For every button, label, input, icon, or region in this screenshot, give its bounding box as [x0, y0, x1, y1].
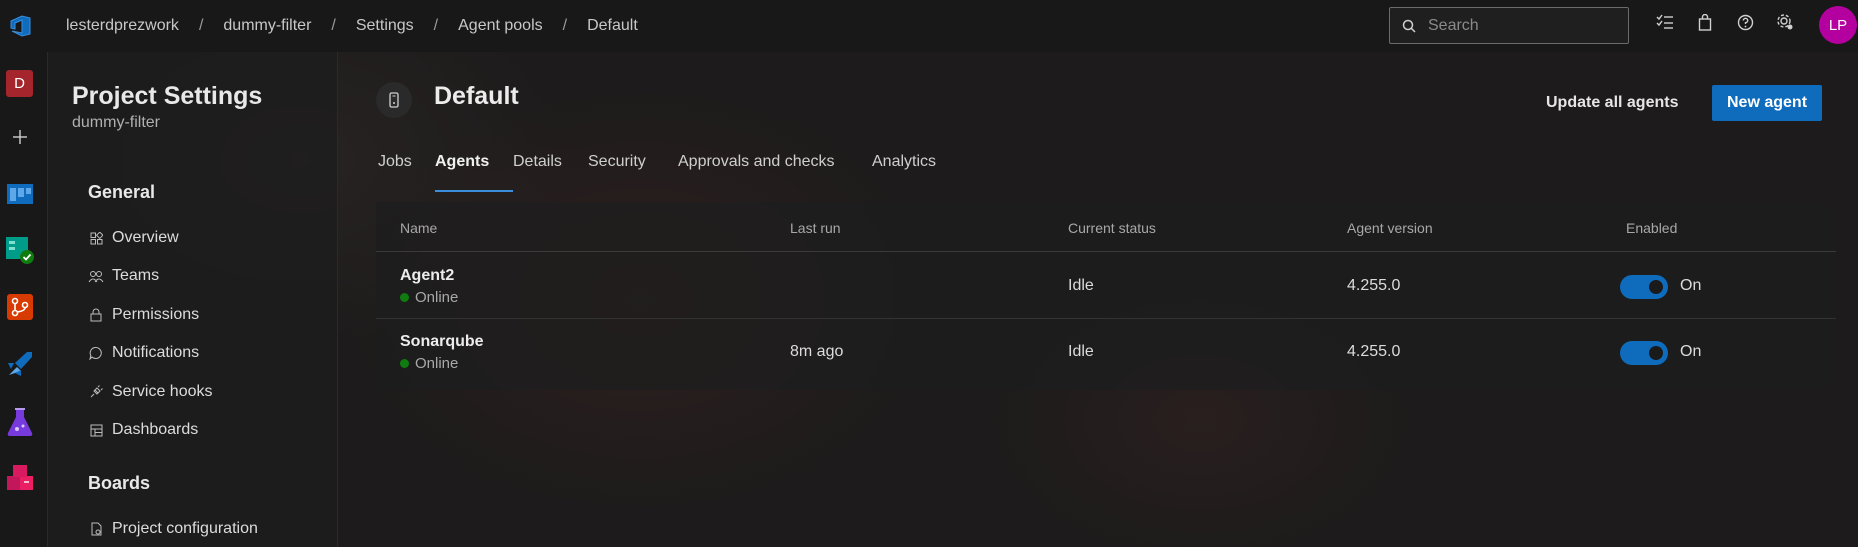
sidebar-item-notifications[interactable]: Notifications — [88, 344, 199, 362]
section-general: General — [88, 182, 156, 202]
tab-details[interactable]: Details — [513, 142, 588, 182]
sidebar-item-permissions[interactable]: Permissions — [88, 306, 199, 324]
breadcrumb-default[interactable]: Default — [583, 17, 642, 35]
teams-icon — [88, 268, 104, 284]
breadcrumb-separator: / — [562, 17, 568, 34]
agent-name[interactable]: Agent2 — [400, 267, 454, 285]
agent-version: 4.255.0 — [1347, 343, 1401, 360]
tab-security[interactable]: Security — [588, 142, 678, 182]
gear-doc-icon — [88, 521, 104, 537]
sidebar-subtitle[interactable]: dummy-filter — [72, 114, 160, 132]
artifacts-icon[interactable] — [5, 464, 35, 494]
sidebar-item-teams[interactable]: Teams — [88, 267, 159, 285]
column-header-current-status[interactable]: Current status — [1068, 220, 1156, 236]
agent-pool-icon — [376, 82, 412, 118]
toggle-knob — [1649, 346, 1663, 360]
enabled-label: On — [1680, 343, 1702, 360]
enabled-label: On — [1680, 277, 1702, 294]
toggle-knob — [1649, 280, 1663, 294]
breadcrumb-settings[interactable]: Settings — [352, 17, 418, 35]
table-row[interactable]: Agent2 Online Idle 4.255.0 On — [376, 253, 1836, 319]
avatar[interactable]: LP — [1819, 6, 1857, 44]
tab-jobs[interactable]: Jobs — [378, 142, 435, 182]
sidebar-item-service-hooks[interactable]: Service hooks — [88, 383, 213, 401]
online-dot-icon — [400, 359, 409, 368]
new-agent-button[interactable]: New agent — [1712, 85, 1823, 121]
search-placeholder: Search — [1428, 16, 1479, 34]
section-boards: Boards — [88, 473, 151, 493]
table-row[interactable]: Sonarqube Online 8m ago Idle 4.255.0 On — [376, 319, 1836, 385]
column-header-enabled[interactable]: Enabled — [1626, 220, 1677, 236]
online-dot-icon — [400, 293, 409, 302]
left-rail: D — [0, 52, 48, 547]
search-icon — [1402, 19, 1416, 33]
tab-analytics[interactable]: Analytics — [872, 142, 952, 182]
column-header-agent-version[interactable]: Agent version — [1347, 220, 1433, 236]
overview-icon — [88, 230, 104, 246]
overview-icon[interactable] — [5, 178, 35, 208]
breadcrumb-agent-pools[interactable]: Agent pools — [454, 17, 547, 35]
sidebar-item-label: Notifications — [112, 344, 200, 361]
agent-online-status: Online — [400, 355, 458, 372]
page-title: Default — [434, 82, 519, 110]
sidebar-item-overview[interactable]: Overview — [88, 229, 179, 247]
top-bar: lesterdprezwork / dummy-filter / Setting… — [0, 0, 1858, 52]
agent-state: Online — [415, 289, 459, 306]
boards-icon[interactable] — [5, 235, 35, 265]
sidebar-item-label: Project configuration — [112, 520, 258, 537]
column-header-last-run[interactable]: Last run — [790, 220, 841, 236]
tab-approvals-and-checks[interactable]: Approvals and checks — [678, 142, 872, 182]
column-header-name[interactable]: Name — [400, 220, 437, 236]
lock-icon — [88, 307, 104, 323]
chat-bubble-icon — [88, 345, 104, 361]
work-items-icon[interactable] — [1655, 12, 1675, 32]
breadcrumb: lesterdprezwork / dummy-filter / Setting… — [62, 17, 642, 35]
sidebar-item-project-configuration[interactable]: Project configuration — [88, 520, 258, 538]
breadcrumb-project[interactable]: dummy-filter — [219, 17, 315, 35]
breadcrumb-separator: / — [331, 17, 336, 34]
breadcrumb-separator: / — [433, 17, 439, 34]
update-all-agents-button[interactable]: Update all agents — [1530, 85, 1694, 121]
pipelines-icon[interactable] — [5, 349, 35, 379]
agent-online-status: Online — [400, 289, 458, 306]
breadcrumb-separator: / — [198, 17, 204, 34]
sidebar-title: Project Settings — [72, 82, 263, 110]
agent-name[interactable]: Sonarqube — [400, 333, 484, 351]
agent-current-status: Idle — [1068, 343, 1094, 360]
agents-table: Name Last run Current status Agent versi… — [376, 202, 1836, 390]
agent-last-run: 8m ago — [790, 343, 844, 360]
test-plans-icon[interactable] — [5, 407, 35, 437]
tab-bar: Jobs Agents Details Security Approvals a… — [378, 142, 952, 192]
agent-state: Online — [415, 355, 459, 372]
sidebar-item-label: Service hooks — [112, 383, 213, 400]
main-content: Default Update all agents New agent Jobs… — [338, 52, 1858, 547]
search-input[interactable]: Search — [1389, 7, 1629, 44]
breadcrumb-org[interactable]: lesterdprezwork — [62, 17, 183, 35]
table-header: Name Last run Current status Agent versi… — [376, 202, 1836, 252]
tab-agents[interactable]: Agents — [435, 142, 513, 192]
plug-icon — [88, 384, 104, 400]
sidebar-item-label: Permissions — [112, 306, 200, 323]
repos-icon[interactable] — [5, 292, 35, 322]
agent-current-status: Idle — [1068, 277, 1094, 294]
project-icon[interactable]: D — [6, 70, 33, 97]
dashboard-icon — [88, 422, 104, 438]
user-settings-icon[interactable] — [1775, 12, 1795, 32]
settings-sidebar: Project Settings dummy-filter General Ov… — [48, 52, 338, 547]
top-icons — [1655, 12, 1795, 32]
enabled-toggle[interactable] — [1620, 341, 1668, 365]
sidebar-item-label: Dashboards — [112, 421, 199, 438]
plus-icon[interactable] — [5, 122, 35, 152]
enabled-toggle[interactable] — [1620, 275, 1668, 299]
azure-devops-logo-icon[interactable] — [2, 7, 40, 45]
sidebar-item-label: Overview — [112, 229, 179, 246]
sidebar-item-dashboards[interactable]: Dashboards — [88, 421, 198, 439]
agent-version: 4.255.0 — [1347, 277, 1401, 294]
help-icon[interactable] — [1735, 12, 1755, 32]
marketplace-bag-icon[interactable] — [1695, 12, 1715, 32]
sidebar-item-label: Teams — [112, 267, 160, 284]
